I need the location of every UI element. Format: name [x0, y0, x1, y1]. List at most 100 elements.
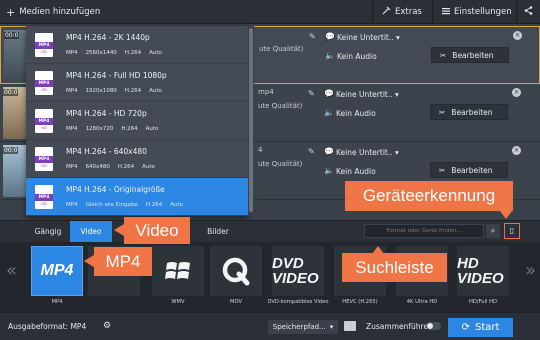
- save-path-select[interactable]: Speicherpfad... ▾: [268, 320, 338, 334]
- format-tabs: Gängig Video Bilder ⌕ ▯: [0, 220, 540, 242]
- pencil-icon[interactable]: ✎: [308, 89, 315, 98]
- hd-video-logo: HD VIDEO: [457, 246, 509, 296]
- extras-button[interactable]: Extras: [382, 0, 422, 24]
- settings-button[interactable]: Einstellungen: [442, 0, 512, 24]
- tab-video[interactable]: Video: [70, 221, 112, 242]
- preset-meta: MP4 2560x1440 H.264 Auto: [66, 50, 162, 56]
- callout-pointer: [114, 224, 124, 236]
- search-icon[interactable]: ⌕: [486, 224, 500, 238]
- preset-meta: MP4 1920x1080 H.264 Auto: [66, 88, 162, 94]
- edit-label: Bearbeiten: [452, 50, 494, 60]
- format-label: HEVC (H.265): [342, 299, 378, 305]
- duration: 00:0: [3, 89, 19, 96]
- share-button[interactable]: [524, 0, 533, 24]
- toolbar-separator: [516, 0, 517, 24]
- close-icon[interactable]: ×: [513, 31, 522, 40]
- mp4-file-icon: MP4 HD: [35, 147, 53, 171]
- mp4-file-icon: MP4 HD: [35, 71, 53, 95]
- mp4-callout: MP4: [94, 247, 152, 276]
- close-icon[interactable]: ×: [512, 88, 521, 97]
- quality-text: ute Qualität): [259, 45, 304, 53]
- video-thumbnail: 00:0: [4, 30, 28, 82]
- gear-icon[interactable]: ⚙: [103, 321, 111, 331]
- format-search-input[interactable]: [364, 224, 484, 238]
- mp4-file-icon: MP4 HD: [35, 33, 53, 57]
- preset-title: MP4 H.264 - 2K 1440p: [66, 33, 150, 42]
- tab-images[interactable]: Bilder: [190, 221, 246, 242]
- start-button[interactable]: ⟳ Start: [448, 318, 513, 337]
- close-icon[interactable]: ×: [512, 146, 521, 155]
- merge-toggle[interactable]: [426, 322, 441, 330]
- quicktime-logo-icon: [210, 246, 262, 296]
- audio-select[interactable]: Kein Audio: [336, 167, 376, 176]
- settings-label: Einstellungen: [454, 7, 512, 17]
- edit-button[interactable]: ✂ Bearbeiten: [430, 104, 508, 120]
- subtitle-select[interactable]: Keine Untertit.. ▾: [336, 90, 399, 99]
- mp4-logo: MP4: [31, 246, 83, 296]
- preset-item[interactable]: MP4 HD MP4 H.264 - Full HD 1080p MP4 1920x…: [26, 64, 248, 102]
- subtitle-select[interactable]: Keine Untertit.. ▾: [336, 148, 399, 157]
- edit-button[interactable]: ✂ Bearbeiten: [431, 47, 509, 63]
- toolbar-separator: [432, 0, 433, 24]
- duration: 00:0: [4, 32, 20, 39]
- file-name-text: mp4: [258, 88, 274, 96]
- preset-dropdown: MP4 HD MP4 H.264 - 2K 1440p MP4 2560x1440 H…: [26, 26, 248, 216]
- output-format-label: Ausgabeformat: MP4: [8, 322, 87, 331]
- preset-item[interactable]: MP4 HD MP4 H.264 - HD 720p MP4 1280x720 H.2…: [26, 102, 248, 140]
- subtitle-icon: 💬: [324, 89, 334, 98]
- dvd-logo: DVD VIDEO: [272, 246, 324, 296]
- subtitle-label: Keine Untertit..: [336, 148, 393, 157]
- preset-item[interactable]: MP4 HD MP4 H.264 - 2K 1440p MP4 2560x1440 H…: [26, 26, 248, 64]
- toolbar-separator: [372, 0, 373, 24]
- audio-label: Kein Audio: [337, 52, 377, 61]
- speaker-icon: 🔈: [324, 166, 334, 175]
- subtitle-select[interactable]: Keine Untertit.. ▾: [337, 33, 400, 42]
- device-detection-icon[interactable]: ▯: [504, 223, 520, 239]
- callout-pointer: [84, 255, 94, 267]
- format-mov[interactable]: MOV: [210, 246, 262, 308]
- preset-title: MP4 H.264 - HD 720p: [66, 109, 147, 118]
- plus-icon: +: [6, 5, 16, 19]
- bottom-bar: Ausgabeformat: MP4 ⚙ Speicherpfad... ▾ Z…: [0, 312, 540, 340]
- edit-label: Bearbeiten: [451, 165, 493, 175]
- scissors-icon: ✂: [439, 165, 446, 175]
- format-label: HD/Full HD: [468, 299, 498, 305]
- add-media-button[interactable]: + Medien hinzufügen: [6, 0, 100, 24]
- preset-title: MP4 H.264 - 640x480: [66, 147, 147, 156]
- preset-meta: MP4 640x480 H.264 Auto: [66, 164, 155, 170]
- refresh-icon: ⟳: [461, 322, 470, 333]
- pencil-icon[interactable]: ✎: [308, 147, 315, 156]
- preset-meta: MP4 1280x720 H.264 Auto: [66, 126, 159, 132]
- audio-label: Kein Audio: [336, 167, 376, 176]
- folder-icon[interactable]: [344, 321, 356, 331]
- preset-item-selected[interactable]: MP4 HD MP4 H.264 - Originalgröße MP4 Gleic…: [26, 178, 248, 216]
- format-hd[interactable]: HD VIDEO HD/Full HD: [457, 246, 509, 308]
- subtitle-icon: 💬: [325, 32, 335, 41]
- chevron-left-icon[interactable]: «: [6, 260, 17, 281]
- format-label: DVD-kompatibles Video: [267, 299, 329, 305]
- extras-label: Extras: [395, 7, 422, 17]
- toolbar: + Medien hinzufügen Extras Einstellungen: [0, 0, 540, 24]
- pencil-icon[interactable]: ✎: [309, 32, 316, 41]
- format-label: MP4: [51, 299, 63, 305]
- preset-item[interactable]: MP4 HD MP4 H.264 - 640x480 MP4 640x480 H.26…: [26, 140, 248, 178]
- speaker-icon: 🔈: [324, 108, 334, 117]
- share-icon: [524, 6, 533, 18]
- format-dvd[interactable]: DVD VIDEO DVD-kompatibles Video: [267, 246, 329, 308]
- subtitle-label: Keine Untertit..: [337, 33, 394, 42]
- audio-select[interactable]: Kein Audio: [337, 52, 377, 61]
- quality-text: ute Qualität): [258, 160, 303, 168]
- add-media-label: Medien hinzufügen: [19, 7, 101, 17]
- video-callout: Video: [124, 217, 190, 244]
- edit-button[interactable]: ✂ Bearbeiten: [430, 162, 508, 178]
- format-mp4[interactable]: MP4 MP4: [31, 246, 83, 308]
- dropdown-scroll-thumb[interactable]: [249, 28, 253, 212]
- chevron-down-icon: ▾: [329, 323, 334, 331]
- format-wmv[interactable]: WMV: [152, 246, 204, 308]
- device-detection-callout: Geräteerkennung: [345, 181, 513, 211]
- preset-title: MP4 H.264 - Full HD 1080p: [66, 71, 167, 80]
- tab-common[interactable]: Gängig: [28, 221, 68, 242]
- speaker-icon: 🔈: [325, 51, 335, 60]
- audio-select[interactable]: Kein Audio: [336, 109, 376, 118]
- chevron-right-icon[interactable]: »: [525, 260, 536, 281]
